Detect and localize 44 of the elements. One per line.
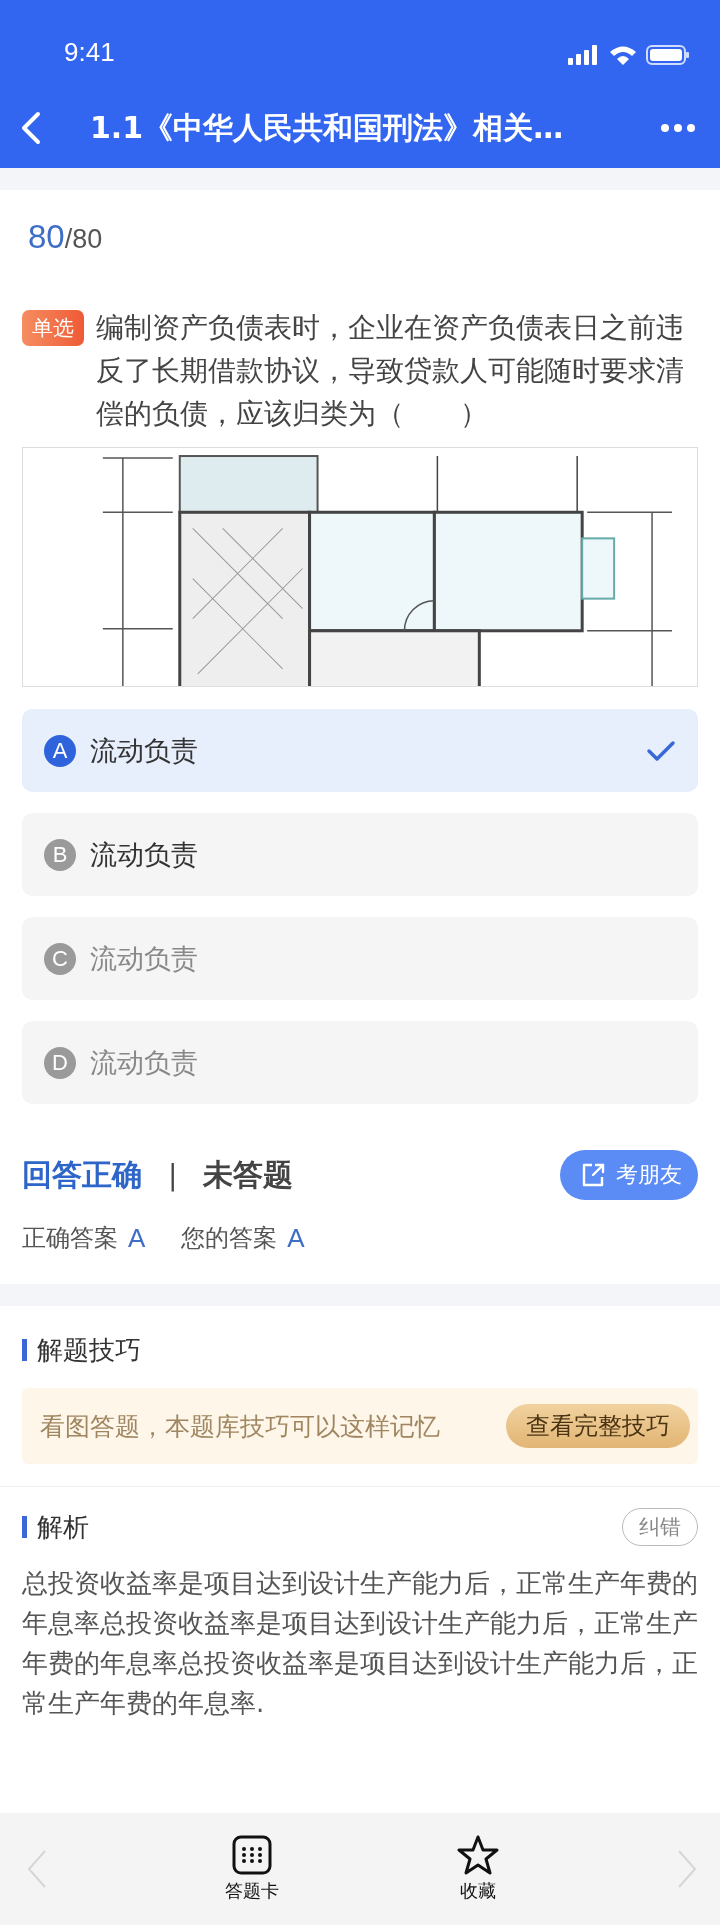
option-text: 流动负责 [90,941,199,976]
section-marker [22,1339,27,1361]
star-icon [456,1835,499,1875]
option-text: 流动负责 [90,837,199,872]
option-text: 流动负责 [90,733,199,768]
chevron-right-icon [676,1849,698,1889]
progress-total: /80 [64,224,103,254]
answer-option[interactable]: A 流动负责 [22,709,698,792]
separator-text: | [168,1158,178,1192]
answer-card-button[interactable]: 答题卡 [225,1835,280,1903]
question-type-tag: 单选 [22,310,84,346]
your-answer-label: 您的答案 [181,1223,278,1254]
more-icon [660,123,696,133]
correct-answer-label: 正确答案 [22,1223,118,1254]
status-time: 9:41 [64,37,115,68]
question-text: 编制资产负债表时，企业在资产负债表日之前违反了长期借款协议，导致贷款人可能随时要求清偿的负债，应该归类为（ ） [96,310,685,432]
answer-verdict: 回答正确 [22,1155,142,1194]
page-title: 1.1《中华人民共和国刑法》相关… [90,108,565,147]
report-error-button[interactable]: 纠错 [622,1508,698,1546]
battery-icon [646,44,690,66]
chevron-left-icon [26,1849,48,1889]
wifi-icon [608,44,638,66]
section-marker [22,1516,27,1538]
option-letter: D [44,1046,76,1079]
view-tips-button[interactable]: 查看完整技巧 [506,1404,690,1448]
answer-option[interactable]: B 流动负责 [22,813,698,896]
option-letter: C [44,942,76,975]
tip-text: 看图答题，本题库技巧可以这样记忆 [40,1410,440,1443]
option-letter: B [44,838,76,871]
share-icon [580,1162,606,1188]
favorite-button[interactable]: 收藏 [456,1835,499,1903]
option-text: 流动负责 [90,1045,199,1080]
answer-state: 未答题 [203,1155,294,1194]
grid-icon [232,1835,273,1875]
signal-icon [566,44,600,66]
progress-current: 80 [28,218,65,255]
section-title: 解题技巧 [37,1333,142,1367]
correct-answer-value: A [128,1222,146,1254]
your-answer-value: A [287,1222,305,1254]
option-letter: A [44,734,76,767]
section-title: 解析 [37,1510,90,1544]
check-icon [646,739,676,762]
analysis-text: 总投资收益率是项目达到设计生产能力后，正常生产年费的年息率总投资收益率是项目达到设计生产能力后，正常生产年费的年息率总投资收益率是项目达到设计生产能力后，正常生产年费的年息率. [22,1567,698,1720]
back-icon [20,111,42,145]
